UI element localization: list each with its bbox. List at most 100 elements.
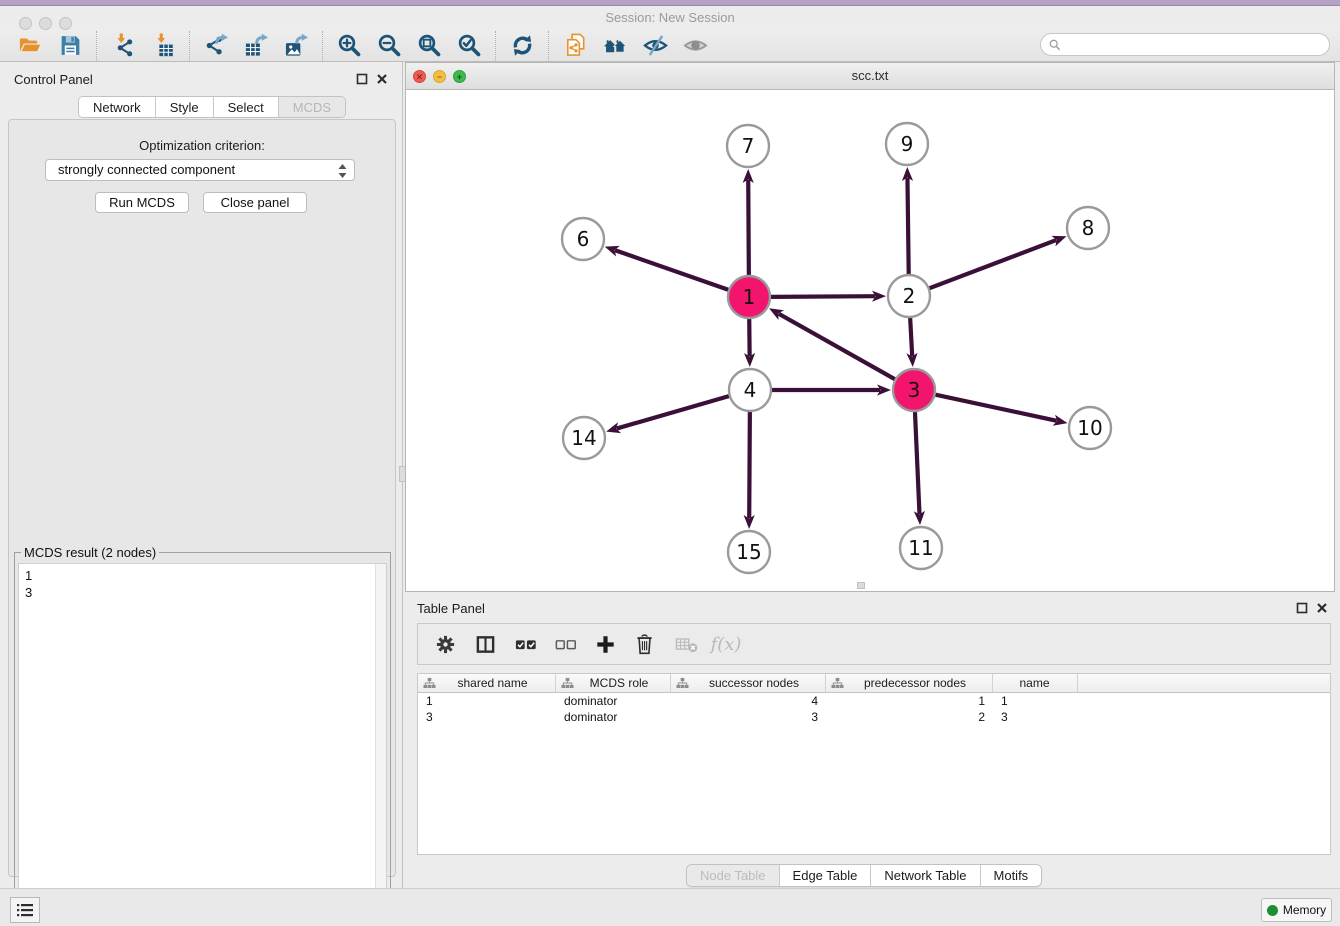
table-row[interactable]: 3dominator323 — [418, 709, 1330, 725]
export-network-button[interactable] — [196, 31, 236, 61]
cell-predecessor-nodes[interactable]: 1 — [826, 693, 993, 709]
tab-network-table[interactable]: Network Table — [871, 865, 980, 886]
tab-select[interactable]: Select — [214, 97, 279, 117]
graph-edge-3-1[interactable] — [769, 308, 895, 379]
graph-node-4[interactable]: 4 — [729, 369, 771, 411]
graph-node-2[interactable]: 2 — [888, 275, 930, 317]
network-window-titlebar[interactable]: ✕ − + scc.txt — [406, 63, 1334, 90]
zoom-in-button[interactable] — [329, 31, 369, 61]
column-label: successor nodes — [689, 676, 825, 690]
graph-node-15[interactable]: 15 — [728, 531, 770, 573]
graph-canvas[interactable]: 7 9 6 8 1 2 4 3 14 10 15 11 — [406, 90, 1334, 591]
graph-edge-2-8[interactable] — [930, 236, 1067, 288]
column-header-shared-name[interactable]: shared name — [418, 674, 556, 692]
criterion-dropdown[interactable]: strongly connected component — [45, 159, 355, 181]
cell-shared-name[interactable]: 1 — [418, 693, 556, 709]
column-header-successor-nodes[interactable]: successor nodes — [671, 674, 826, 692]
graph-edge-1-6[interactable] — [605, 246, 729, 290]
add-column-button[interactable] — [588, 627, 624, 661]
cell-successor-nodes[interactable]: 4 — [671, 693, 826, 709]
float-table-panel-icon[interactable] — [1296, 602, 1308, 614]
graph-edge-1-2[interactable] — [771, 291, 886, 302]
column-table-button[interactable] — [468, 627, 504, 661]
graph-node-6[interactable]: 6 — [562, 218, 604, 260]
search-icon — [1049, 39, 1061, 51]
refresh-button[interactable] — [502, 31, 542, 61]
tab-motifs[interactable]: Motifs — [981, 865, 1042, 886]
deselect-all-checks-button[interactable] — [548, 627, 584, 661]
sort-hierarchy-icon — [831, 677, 844, 689]
float-panel-icon[interactable] — [356, 73, 368, 85]
graph-edge-1-7[interactable] — [743, 169, 754, 275]
zoom-out-button[interactable] — [369, 31, 409, 61]
import-table-button[interactable] — [143, 31, 183, 61]
svg-text:14: 14 — [571, 426, 596, 450]
graph-edge-2-3[interactable] — [906, 318, 917, 367]
zoom-fit-button[interactable] — [409, 31, 449, 61]
graph-node-10[interactable]: 10 — [1069, 407, 1111, 449]
import-network-button[interactable] — [103, 31, 143, 61]
tab-node-table[interactable]: Node Table — [687, 865, 780, 886]
cell-mcds-role[interactable]: dominator — [556, 709, 671, 725]
graph-node-7[interactable]: 7 — [727, 125, 769, 167]
save-session-button[interactable] — [50, 31, 90, 61]
column-header-name[interactable]: name — [993, 674, 1078, 692]
cell-shared-name[interactable]: 3 — [418, 709, 556, 725]
tab-style[interactable]: Style — [156, 97, 214, 117]
graph-node-9[interactable]: 9 — [886, 123, 928, 165]
close-table-panel-icon[interactable] — [1316, 602, 1328, 614]
toolbar-separator — [96, 31, 97, 61]
eye-slash-button[interactable] — [635, 31, 675, 61]
table-panel: Table Panel f(x) shared nameMCDS rolesuc… — [405, 592, 1340, 888]
open-session-button[interactable] — [10, 31, 50, 61]
criterion-value: strongly connected component — [58, 162, 235, 177]
cell-mcds-role[interactable]: dominator — [556, 693, 671, 709]
graph-node-14[interactable]: 14 — [563, 417, 605, 459]
clone-network-button[interactable] — [555, 31, 595, 61]
graph-edge-3-10[interactable] — [936, 395, 1068, 426]
search-box[interactable] — [1040, 33, 1330, 56]
memory-button[interactable]: Memory — [1261, 898, 1332, 922]
result-scrollbar[interactable] — [375, 564, 386, 926]
graph-node-1[interactable]: 1 — [728, 276, 770, 318]
graph-edge-2-9[interactable] — [902, 167, 913, 274]
cell-name[interactable]: 3 — [993, 709, 1078, 725]
search-input[interactable] — [1065, 35, 1329, 54]
export-image-button[interactable] — [276, 31, 316, 61]
close-panel-button[interactable]: Close panel — [203, 192, 307, 213]
mcds-result-area[interactable]: 13 — [18, 563, 387, 926]
cell-predecessor-nodes[interactable]: 2 — [826, 709, 993, 725]
tab-mcds[interactable]: MCDS — [279, 97, 345, 117]
column-header-mcds-role[interactable]: MCDS role — [556, 674, 671, 692]
settings-gear-button[interactable] — [428, 627, 464, 661]
eye-button[interactable] — [675, 31, 715, 61]
graph-edge-4-3[interactable] — [772, 384, 891, 395]
graph-node-11[interactable]: 11 — [900, 527, 942, 569]
column-header-predecessor-nodes[interactable]: predecessor nodes — [826, 674, 993, 692]
node-table[interactable]: shared nameMCDS role successor nodesprede… — [417, 673, 1331, 855]
cell-successor-nodes[interactable]: 3 — [671, 709, 826, 725]
tab-edge-table[interactable]: Edge Table — [780, 865, 872, 886]
cell-name[interactable]: 1 — [993, 693, 1078, 709]
table-row[interactable]: 1dominator411 — [418, 693, 1330, 709]
tab-network[interactable]: Network — [79, 97, 156, 117]
graph-edge-3-11[interactable] — [914, 412, 925, 525]
select-all-checks-button[interactable] — [508, 627, 544, 661]
delete-column-button[interactable] — [628, 627, 664, 661]
graph-edge-4-14[interactable] — [606, 396, 729, 433]
graph-node-3[interactable]: 3 — [893, 369, 935, 411]
clone-network-icon — [563, 33, 588, 58]
window-title: Session: New Session — [0, 10, 1340, 25]
home-view-icon — [603, 33, 628, 58]
graph-edge-1-4[interactable] — [744, 319, 755, 367]
zoom-selected-button[interactable] — [449, 31, 489, 61]
close-panel-icon[interactable] — [376, 73, 388, 85]
task-history-button[interactable] — [10, 897, 40, 923]
canvas-splitter-grip[interactable] — [857, 582, 865, 589]
graph-edge-4-15[interactable] — [744, 412, 755, 529]
export-table-button[interactable] — [236, 31, 276, 61]
graph-node-8[interactable]: 8 — [1067, 207, 1109, 249]
home-view-button[interactable] — [595, 31, 635, 61]
run-mcds-button[interactable]: Run MCDS — [95, 192, 189, 213]
svg-text:6: 6 — [577, 227, 590, 251]
